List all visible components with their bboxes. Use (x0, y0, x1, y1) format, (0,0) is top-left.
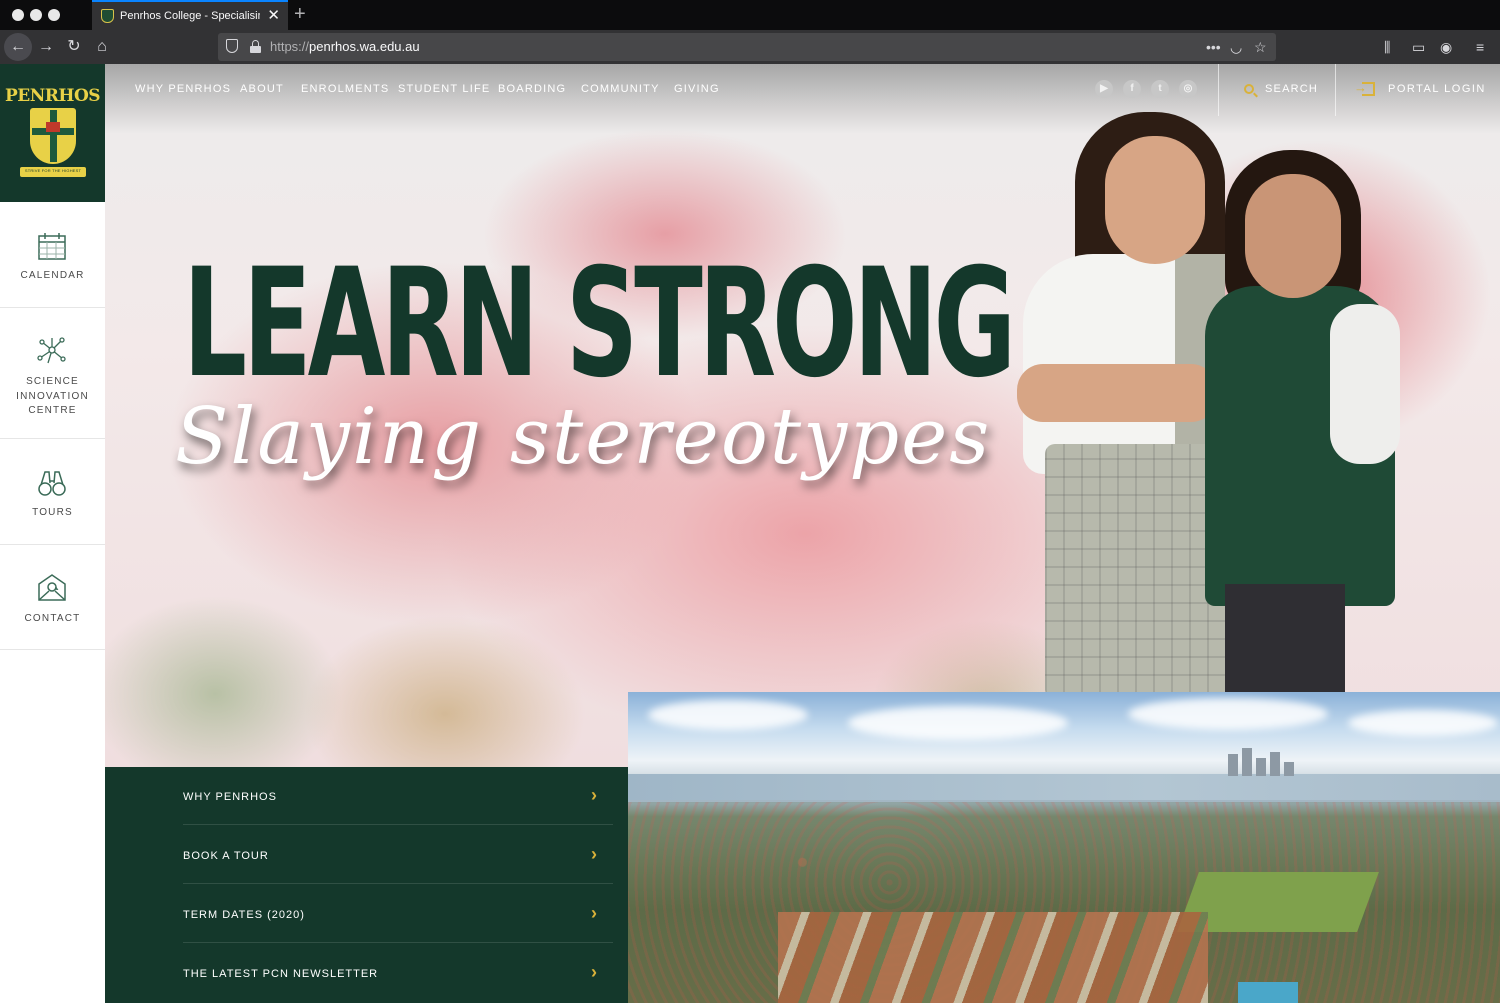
sidebar-item-tours[interactable]: TOURS (0, 439, 105, 545)
chevron-right-icon: › (591, 844, 597, 864)
envelope-icon (38, 574, 66, 601)
url-text[interactable]: https://penrhos.wa.edu.au (270, 39, 420, 54)
chevron-right-icon: › (591, 785, 597, 805)
chevron-right-icon: › (591, 903, 597, 923)
tab-close-icon[interactable]: ✕ (267, 7, 280, 25)
quicklink-book-a-tour[interactable]: BOOK A TOUR › (183, 826, 613, 884)
search-button[interactable]: SEARCH (1265, 83, 1318, 95)
browser-toolbar: ← → ↻ ⌂ https://penrhos.wa.edu.au ••• ◡ … (0, 30, 1500, 64)
quicklink-pcn-newsletter[interactable]: THE LATEST PCN NEWSLETTER › (183, 944, 613, 1002)
nav-student-life[interactable]: STUDENT LIFE (398, 83, 490, 95)
nav-boarding[interactable]: BOARDING (498, 83, 566, 95)
chevron-right-icon: › (591, 962, 597, 982)
quick-links-panel: WHY PENRHOS › BOOK A TOUR › TERM DATES (… (105, 767, 628, 1003)
window-zoom-button[interactable] (48, 9, 60, 21)
shield-icon[interactable] (226, 39, 238, 53)
window-close-button[interactable] (12, 9, 24, 21)
nav-about[interactable]: ABOUT (240, 83, 284, 95)
sidebar-item-label: CALENDAR (20, 270, 85, 281)
hero-headline: LEARN STRONG (183, 237, 1016, 411)
quicklink-label: THE LATEST PCN NEWSLETTER (183, 968, 379, 980)
browser-tab[interactable]: Penrhos College - Specialising i ✕ (92, 0, 288, 30)
back-icon: ← (10, 38, 26, 55)
tab-title: Penrhos College - Specialising i (120, 10, 260, 22)
star-icon[interactable]: ☆ (1254, 38, 1267, 56)
more-icon[interactable]: ••• (1206, 38, 1221, 56)
twitter-icon[interactable]: t (1151, 80, 1169, 98)
new-tab-button[interactable]: + (294, 3, 306, 25)
quicklink-why-penrhos[interactable]: WHY PENRHOS › (183, 767, 613, 825)
molecule-icon (37, 337, 66, 364)
forward-icon[interactable]: → (35, 36, 57, 58)
menu-icon[interactable]: ≡ (1476, 37, 1484, 57)
search-icon[interactable] (1244, 84, 1254, 94)
library-icon[interactable]: ⫼ (1384, 37, 1390, 57)
instagram-icon[interactable]: ◎ (1179, 80, 1197, 98)
hero-tagline: Slaying stereotypes (175, 392, 992, 482)
facebook-icon[interactable]: f (1123, 80, 1141, 98)
nav-why-penrhos[interactable]: WHY PENRHOS (135, 83, 231, 95)
logo-motto: STRIVE FOR THE HIGHEST (24, 168, 82, 173)
campus-aerial-image (628, 692, 1500, 1003)
pocket-icon[interactable]: ◡ (1230, 38, 1242, 56)
nav-enrolments[interactable]: ENROLMENTS (301, 83, 389, 95)
window-minimize-button[interactable] (30, 9, 42, 21)
calendar-icon (38, 233, 66, 260)
hero-banner: LEARN STRONG Slaying stereotypes WHY PEN… (105, 64, 1500, 769)
nav-community[interactable]: COMMUNITY (581, 83, 660, 95)
home-icon[interactable]: ⌂ (91, 36, 113, 58)
sidebar-item-label: TOURS (32, 507, 73, 518)
browser-tab-strip: Penrhos College - Specialising i ✕ + (0, 0, 1500, 30)
webpage: LEARN STRONG Slaying stereotypes WHY PEN… (0, 64, 1500, 1003)
sidebar-item-label: SCIENCE INNOVATION CENTRE (16, 376, 89, 416)
quicklink-label: BOOK A TOUR (183, 850, 269, 862)
login-icon[interactable] (1354, 80, 1375, 96)
portal-login-button[interactable]: PORTAL LOGIN (1388, 83, 1486, 95)
nav-giving[interactable]: GIVING (674, 83, 720, 95)
reload-icon[interactable]: ↻ (63, 36, 85, 58)
binoculars-icon (38, 471, 66, 496)
account-icon[interactable]: ◉ (1440, 37, 1452, 57)
sidebar-item-label: CONTACT (24, 613, 81, 624)
logo-wordmark: PENRHOS (4, 86, 101, 106)
address-bar[interactable]: https://penrhos.wa.edu.au ••• ◡ ☆ (218, 33, 1276, 61)
college-logo[interactable]: PENRHOS STRIVE FOR THE HIGHEST (0, 64, 105, 202)
sidebar-item-calendar[interactable]: CALENDAR (0, 202, 105, 308)
quicklink-term-dates[interactable]: TERM DATES (2020) › (183, 885, 613, 943)
quicklink-label: WHY PENRHOS (183, 791, 277, 803)
lock-icon[interactable] (250, 40, 261, 53)
sidebar-item-contact[interactable]: CONTACT (0, 545, 105, 650)
quicklink-label: TERM DATES (2020) (183, 909, 305, 921)
sidebar-icon[interactable]: ▭ (1412, 37, 1425, 57)
sidebar-item-science-innovation-centre[interactable]: SCIENCE INNOVATION CENTRE (0, 308, 105, 439)
youtube-icon[interactable]: ▶ (1095, 80, 1113, 98)
favicon-icon (101, 9, 114, 23)
